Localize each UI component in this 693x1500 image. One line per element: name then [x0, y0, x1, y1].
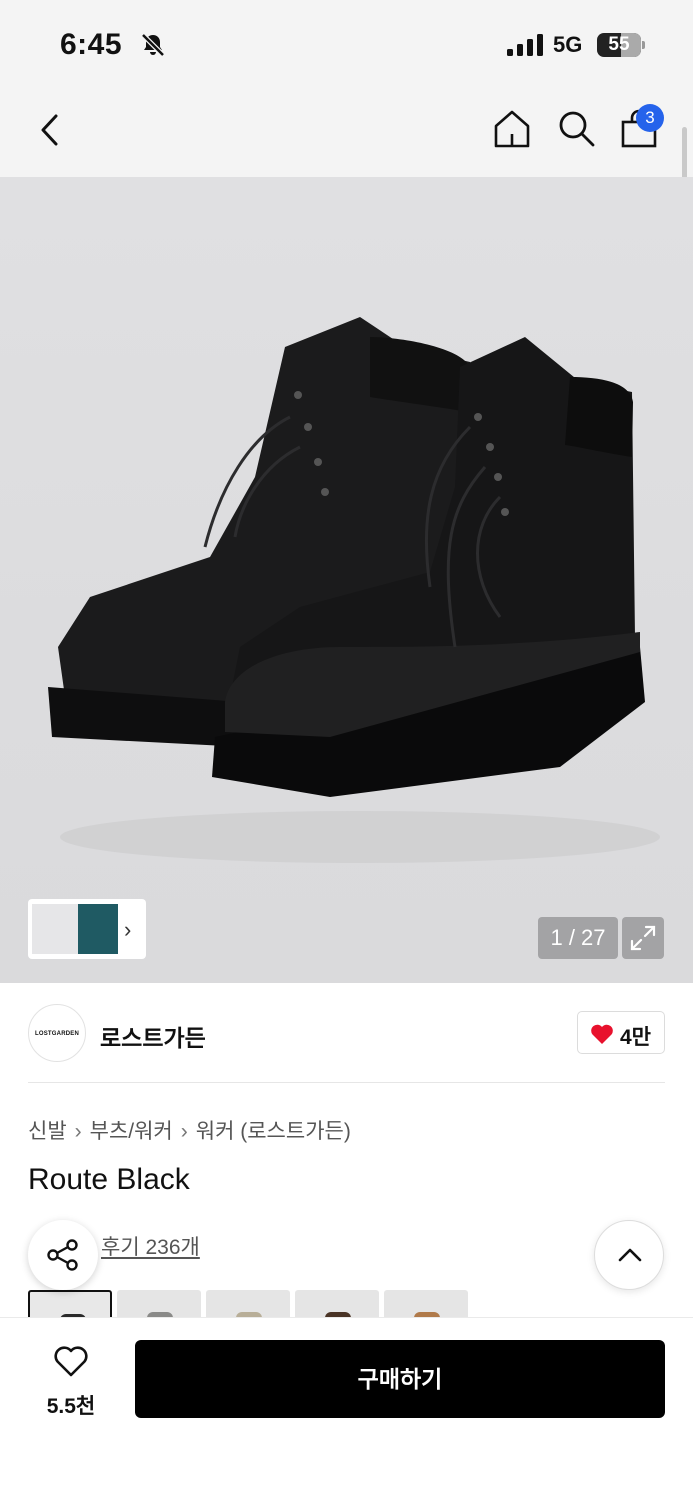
breadcrumb-separator: › [180, 1120, 188, 1143]
breadcrumb-item[interactable]: 부츠/워커 [90, 1115, 173, 1145]
status-bar: 6:45 5G 55 [0, 0, 693, 92]
color-option[interactable] [384, 1290, 468, 1320]
thumbnail-image[interactable] [32, 904, 78, 954]
brand-name[interactable]: 로스트가든 [100, 1019, 206, 1053]
battery-icon: 55 [597, 33, 641, 57]
battery-level: 55 [608, 34, 630, 55]
top-nav-bar: 3 [0, 92, 693, 177]
heart-outline-icon [54, 1346, 88, 1377]
breadcrumb: 신발 › 부츠/워커 › 워커 (로스트가든) [28, 1115, 351, 1145]
brand-row: LOSTGARDEN 로스트가든 4만 [0, 983, 693, 1083]
brand-like-count: 4만 [620, 1026, 651, 1049]
buy-button[interactable]: 구매하기 [135, 1340, 665, 1418]
color-option[interactable] [295, 1290, 379, 1320]
bell-slash-icon [141, 33, 165, 57]
wishlist-count: 5.5천 [46, 1395, 96, 1418]
heart-filled-icon [591, 1024, 613, 1044]
gallery-counter: 1 / 27 [538, 917, 618, 959]
breadcrumb-item[interactable]: 워커 (로스트가든) [196, 1115, 351, 1145]
expand-icon [630, 925, 656, 951]
scroll-to-top-button[interactable] [594, 1220, 664, 1290]
color-option[interactable] [117, 1290, 201, 1320]
share-icon [47, 1239, 78, 1271]
product-title: Route Black [28, 1163, 190, 1196]
brand-like-button[interactable]: 4만 [577, 1011, 665, 1054]
battery-nub [642, 41, 645, 49]
wishlist-button[interactable]: 5.5천 [28, 1342, 114, 1422]
home-icon[interactable] [491, 108, 533, 150]
back-icon[interactable] [34, 110, 68, 150]
color-options [28, 1290, 488, 1320]
review-count-link[interactable]: 후기 236개 [101, 1231, 200, 1261]
network-type: 5G [553, 32, 583, 57]
status-time: 6:45 [60, 28, 123, 61]
share-button[interactable] [28, 1220, 98, 1290]
thumbnail-next-chevron-icon[interactable]: › [124, 917, 131, 943]
color-option[interactable] [206, 1290, 290, 1320]
search-icon[interactable] [556, 108, 596, 148]
breadcrumb-item[interactable]: 신발 [28, 1115, 67, 1145]
gallery-thumbnail-strip[interactable]: › [28, 899, 146, 959]
thumbnail-image[interactable] [78, 904, 118, 954]
brand-logo[interactable]: LOSTGARDEN [28, 1004, 86, 1062]
section-divider [28, 1082, 665, 1083]
product-image [48, 317, 660, 863]
color-option[interactable] [28, 1290, 112, 1320]
breadcrumb-separator: › [74, 1120, 82, 1143]
bottom-action-bar: 5.5천 구매하기 [0, 1318, 693, 1500]
chevron-up-icon [618, 1248, 642, 1262]
expand-button[interactable] [622, 917, 664, 959]
cart-count-badge: 3 [636, 104, 664, 132]
signal-icon [507, 34, 543, 56]
product-image-gallery[interactable]: › 1 / 27 [0, 177, 693, 983]
